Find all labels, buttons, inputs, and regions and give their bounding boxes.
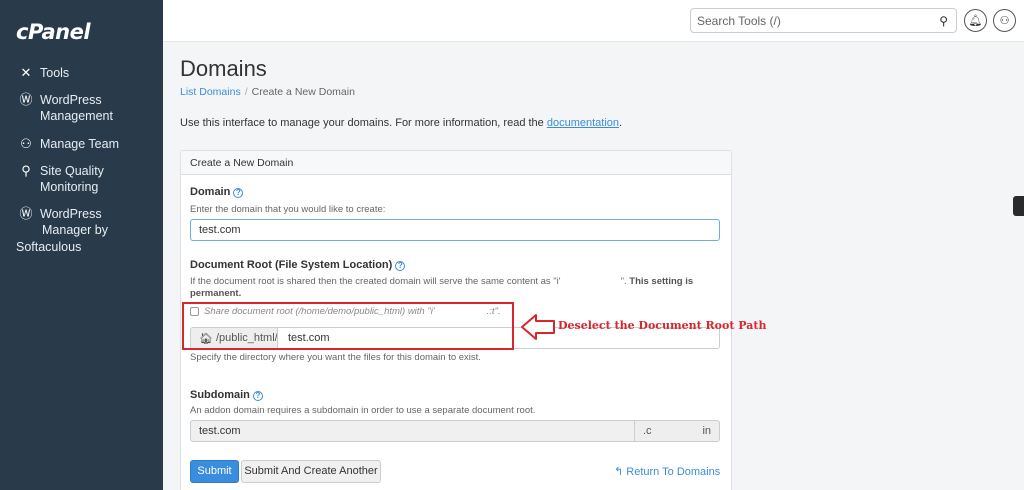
sidebar-item-label: WordPress Management [40,92,113,124]
subdomain-help: An addon domain requires a subdomain in … [190,405,536,416]
search-input[interactable]: Search Tools (/) ⚲ [690,8,957,33]
label-line: Management [40,109,113,123]
panel-title: Create a New Domain [181,151,731,175]
sidebar: cPanel ✕ Tools Ⓦ WordPress Management ⚇ … [0,0,163,490]
topbar: Search Tools (/) ⚲ 🔔︎ ⚇ [163,0,1024,42]
bell-icon: 🔔︎ [968,15,983,27]
label-line: WordPress [40,93,102,107]
docroot-help-permanent: permanent. [190,288,241,299]
side-chart-tab[interactable] [1013,196,1024,216]
sidebar-item-label: Site Quality Monitoring [40,163,104,195]
sidebar-item-site-quality[interactable]: ⚲ Site Quality Monitoring [0,163,163,195]
cpanel-logo[interactable]: cPanel [16,20,91,44]
wordpress-icon: Ⓦ [19,92,33,107]
label-line: Monitoring [40,180,99,194]
intro-end: . [619,117,623,129]
subdomain-suffix: .c in [634,420,720,442]
help-icon[interactable]: ? [252,391,263,401]
domain-input[interactable]: test.com [190,219,720,241]
sidebar-item-wordpress-softaculous[interactable]: Ⓦ WordPress Manager by [0,206,163,238]
tools-icon: ✕ [20,65,32,80]
domain-help: Enter the domain that you would like to … [190,204,386,215]
annotation-highlight-box [182,302,514,350]
subdomain-label-text: Subdomain [190,389,250,401]
user-menu-button[interactable]: ⚇ [993,9,1016,32]
sidebar-item-manage-team[interactable]: ⚇ Manage Team [0,136,163,152]
sidebar-item-label: Manage Team [40,137,119,151]
manage-team-icon: ⚇ [20,136,32,151]
domain-label-text: Domain [190,186,231,198]
notifications-button[interactable]: 🔔︎ [964,9,987,32]
documentation-link[interactable]: documentation [547,117,619,129]
return-link-text: Return To Domains [626,466,721,478]
breadcrumb: List Domains / Create a New Domain [180,86,355,98]
sidebar-item-label: Tools [40,66,70,80]
subdomain-suffix-start: .c [643,425,652,437]
label-line: Manager by [42,223,109,237]
label-line: Site Quality [40,164,104,178]
user-icon: ⚇ [999,15,1010,27]
breadcrumb-separator: / [244,86,248,98]
search-placeholder: Search Tools (/) [697,14,781,28]
sidebar-item-wordpress-management[interactable]: Ⓦ WordPress Management [0,92,163,124]
subdomain-input[interactable]: test.com [190,420,635,442]
page-title: Domains [180,56,267,81]
docroot-help-bold: This setting is [629,276,694,287]
docroot-help-text: If the document root is shared then the … [190,276,561,287]
annotation-text: Deselect the Document Root Path [558,319,767,332]
docroot-specify-help: Specify the directory where you want the… [190,352,481,363]
wordpress-icon: Ⓦ [19,206,33,221]
return-arrow-icon: ↰ [614,466,624,478]
sidebar-item-tools[interactable]: ✕ Tools [0,65,163,81]
return-to-domains-link[interactable]: ↰ Return To Domains [614,465,720,478]
breadcrumb-current: Create a New Domain [251,86,355,98]
docroot-label-text: Document Root (File System Location) [190,259,393,271]
domain-label: Domain? [190,186,244,198]
annotation-arrow-icon [521,314,555,340]
sidebar-item-label: WordPress Manager by [40,206,108,238]
permanent-text: permanent. [190,288,242,299]
docroot-help-text-end: ". [620,276,630,287]
docroot-help: If the document root is shared then the … [190,276,720,287]
intro-text: Use this interface to manage your domain… [180,117,622,129]
subdomain-label: Subdomain? [190,389,263,401]
search-icon: ⚲ [939,14,948,28]
sidebar-item-label: Softaculous [16,240,82,254]
label-line: WordPress [40,207,102,221]
subdomain-suffix-end: in [702,425,711,437]
help-icon[interactable]: ? [233,188,244,198]
docroot-label: Document Root (File System Location)? [190,259,406,271]
breadcrumb-link-list-domains[interactable]: List Domains [180,86,241,98]
submit-button[interactable]: Submit [190,460,239,483]
submit-and-create-another-button[interactable]: Submit And Create Another [241,460,381,483]
site-quality-icon: ⚲ [21,163,31,178]
intro-body: Use this interface to manage your domain… [180,117,547,129]
help-icon[interactable]: ? [395,261,406,271]
